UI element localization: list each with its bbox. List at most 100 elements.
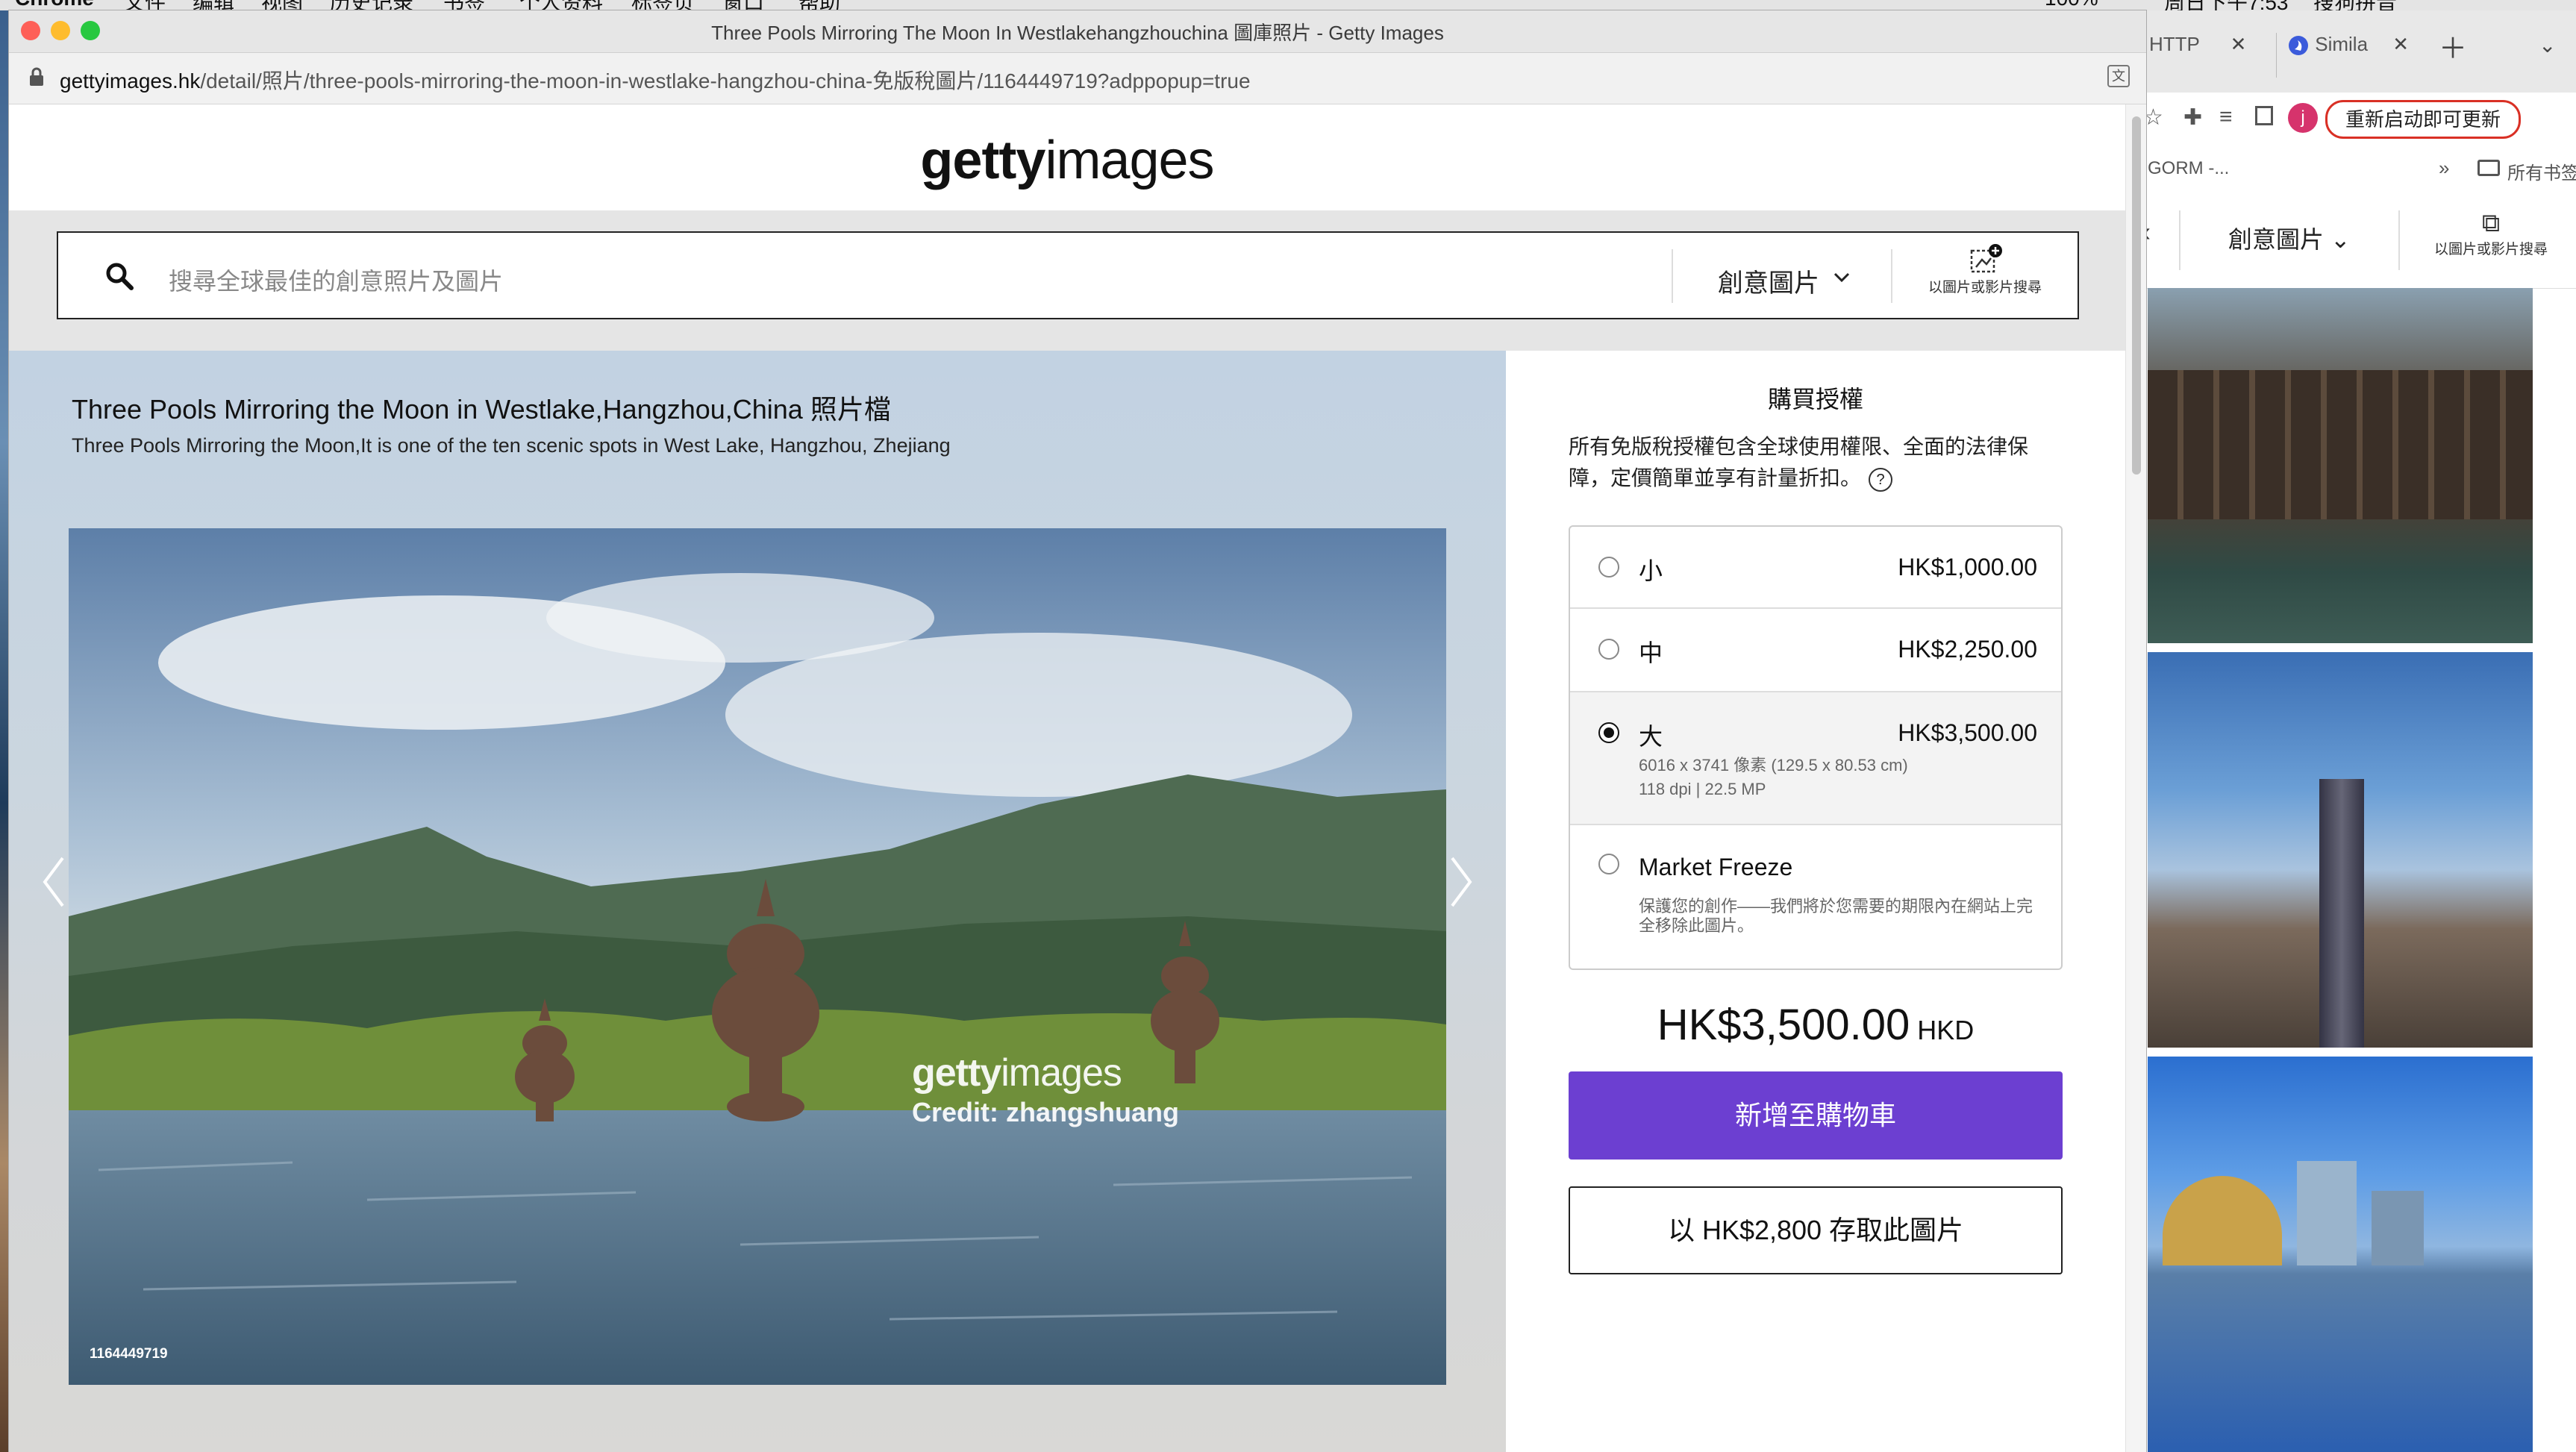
purchase-panel: 購買授權 所有免版稅授權包含全球使用權限、全面的法律保障，定價簡單並享有計量折扣… — [1506, 351, 2125, 1452]
option-detail: 保護您的創作——我們將於您需要的期限內在網站上完全移除此圖片。 — [1639, 897, 2033, 935]
creative-dropdown[interactable]: 創意圖片 ⌄ — [2228, 221, 2351, 255]
menu-input-method: 搜狗拼音 — [2313, 0, 2397, 10]
lock-icon[interactable] — [28, 66, 45, 87]
option-price: HK$3,500.00 — [1898, 719, 2037, 746]
category-label: 創意圖片 — [1718, 269, 1819, 298]
tab-title: HTTP — [2149, 33, 2200, 55]
reading-list-icon[interactable]: ≡ — [2219, 104, 2233, 130]
menu-battery: 100% — [2045, 0, 2098, 10]
logo-light: images — [1045, 131, 1214, 190]
folder-icon — [2477, 160, 2500, 176]
bookmarks-bar: GORM -... » 所有书签 — [2140, 145, 2576, 193]
search-bar[interactable]: 搜尋全球最佳的創意照片及圖片 創意圖片 以圖片或影片搜尋 — [57, 231, 2079, 319]
background-tab-http[interactable]: HTTP ✕ — [2149, 33, 2246, 78]
getty-logo[interactable]: gettyimages — [9, 130, 2125, 191]
thumbnail-water-town[interactable] — [2148, 288, 2533, 643]
size-option-medium[interactable]: 中 HK$2,250.00 — [1570, 609, 2061, 692]
next-image-arrow-icon[interactable] — [1446, 852, 1476, 912]
prev-image-arrow-icon[interactable] — [39, 852, 69, 912]
radio-large[interactable] — [1598, 722, 1619, 743]
photo-id: 1164449719 — [90, 1346, 168, 1362]
image-search-icon: ⧉ — [2481, 209, 2501, 237]
image-detail-panel: Three Pools Mirroring the Moon in Westla… — [9, 351, 1506, 1452]
thumbnail-city-tower[interactable] — [2148, 652, 2533, 1048]
background-site-header: ‹ 創意圖片 ⌄ ⧉ 以圖片或影片搜尋 — [2140, 193, 2576, 289]
license-info-text: 所有免版稅授權包含全球使用權限、全面的法律保障，定價簡單並享有計量折扣。 — [1569, 435, 2029, 489]
search-input[interactable]: 搜尋全球最佳的創意照片及圖片 — [169, 263, 503, 297]
scrollbar-thumb[interactable] — [2132, 116, 2141, 475]
visual-search-label: 以圖片或影片搜尋 — [2433, 242, 2548, 257]
address-bar[interactable]: gettyimages.hk/detail/照片/three-pools-mir… — [9, 53, 2146, 104]
close-icon[interactable]: ✕ — [2392, 33, 2409, 55]
background-browser-window: HTTP ✕ Simila ✕ ＋ ⌄ ☆ ✚ ≡ j 重新启动即可更新 GOR… — [2140, 10, 2576, 1452]
option-name: 大 — [1639, 723, 1663, 750]
watermark-logo: gettyimages — [912, 1051, 1179, 1095]
save-image-button[interactable]: 以 HK$2,800 存取此圖片 — [1569, 1186, 2063, 1274]
new-tab-button[interactable]: ＋ — [2439, 25, 2467, 70]
menu-edit[interactable]: 编辑 — [193, 0, 234, 10]
thumbnail-reflection-skyline[interactable] — [2148, 1057, 2533, 1452]
menu-tabs[interactable]: 标签页 — [631, 0, 694, 10]
size-option-large[interactable]: 大 HK$3,500.00 6016 x 3741 像素 (129.5 x 80… — [1570, 692, 2061, 825]
visual-search-button[interactable]: ⧉ 以圖片或影片搜尋 — [2431, 209, 2551, 258]
site-favicon-icon — [2289, 36, 2308, 56]
total-currency: HKD — [1917, 1015, 1975, 1045]
main-browser-window: Three Pools Mirroring The Moon In Westla… — [9, 10, 2146, 1452]
page-scrollbar[interactable] — [2125, 104, 2146, 1452]
background-tab-similar[interactable]: Simila ✕ — [2276, 33, 2409, 78]
side-panel-icon[interactable] — [2255, 106, 2273, 125]
dropdown-label: 創意圖片 — [2228, 226, 2325, 253]
radio-small[interactable] — [1598, 557, 1619, 578]
radio-medium[interactable] — [1598, 639, 1619, 660]
option-dimensions: 6016 x 3741 像素 (129.5 x 80.53 cm) — [1639, 756, 1908, 774]
page-content: gettyimages 搜尋全球最佳的創意照片及圖片 創意圖片 以圖片或影片搜尋… — [9, 104, 2125, 1452]
star-icon[interactable]: ☆ — [2143, 104, 2163, 131]
total-amount: HK$3,500.00 — [1657, 1001, 1910, 1049]
menu-history[interactable]: 历史记录 — [330, 0, 413, 10]
menu-profiles[interactable]: 个人资料 — [519, 0, 603, 10]
bookmark-gorm[interactable]: GORM -... — [2148, 158, 2229, 179]
window-title-bar: Three Pools Mirroring The Moon In Westla… — [9, 10, 2146, 53]
thumbnail-tower — [2372, 1191, 2424, 1265]
close-icon[interactable]: ✕ — [2230, 33, 2247, 55]
menu-window[interactable]: 窗口 — [722, 0, 764, 10]
chevron-down-icon[interactable]: ⌄ — [2539, 33, 2556, 78]
watermark-bold: getty — [912, 1051, 1001, 1095]
divider — [2179, 210, 2180, 270]
option-price: HK$2,250.00 — [1898, 636, 2037, 663]
update-button[interactable]: 重新启动即可更新 — [2325, 100, 2522, 139]
add-to-cart-button[interactable]: 新增至購物車 — [1569, 1071, 2063, 1160]
category-dropdown[interactable]: 創意圖片 — [1672, 249, 1892, 303]
total-price: HK$3,500.00 HKD — [1506, 1000, 2125, 1050]
visual-search-label: 以圖片或影片搜尋 — [1928, 280, 2042, 295]
menu-help[interactable]: 帮助 — [798, 0, 840, 10]
visual-search-button[interactable]: 以圖片或影片搜尋 — [1892, 233, 2078, 318]
size-option-market-freeze[interactable]: Market Freeze 保護您的創作——我們將於您需要的期限內在網站上完全移… — [1570, 825, 2061, 968]
menu-file[interactable]: 文件 — [124, 0, 166, 10]
url-path: /detail/照片/three-pools-mirroring-the-moo… — [200, 69, 1251, 93]
option-name: 中 — [1639, 639, 1663, 666]
main-photo[interactable]: gettyimages Credit: zhangshuang 11644497… — [69, 528, 1446, 1385]
radio-market-freeze[interactable] — [1598, 854, 1619, 874]
size-option-small[interactable]: 小 HK$1,000.00 — [1570, 527, 2061, 609]
profile-avatar[interactable]: j — [2288, 103, 2318, 133]
menu-bookmarks[interactable]: 书签 — [443, 0, 485, 10]
window-title: Three Pools Mirroring The Moon In Westla… — [711, 22, 1444, 44]
extensions-icon[interactable]: ✚ — [2183, 104, 2202, 131]
license-info: 所有免版稅授權包含全球使用權限、全面的法律保障，定價簡單並享有計量折扣。? — [1569, 431, 2046, 494]
background-toolbar: ☆ ✚ ≡ j 重新启动即可更新 — [2140, 93, 2576, 145]
translate-icon[interactable]: 文 — [2107, 65, 2130, 87]
bookmark-all[interactable]: 所有书签 — [2507, 158, 2576, 184]
background-tab-strip: HTTP ✕ Simila ✕ ＋ ⌄ — [2140, 10, 2576, 93]
menu-view[interactable]: 视图 — [261, 0, 303, 10]
bookmarks-overflow[interactable]: » — [2439, 157, 2449, 180]
thumbnail-buildings — [2148, 370, 2533, 519]
thumbnail-golden-dome — [2163, 1176, 2282, 1265]
menu-app-name[interactable]: Chrome — [15, 0, 94, 10]
watermark-light: images — [1001, 1051, 1122, 1095]
search-icon[interactable] — [104, 261, 134, 291]
help-icon[interactable]: ? — [1869, 467, 1893, 492]
photo-credit: Credit: zhangshuang — [912, 1097, 1179, 1127]
url-text[interactable]: gettyimages.hk/detail/照片/three-pools-mir… — [60, 65, 1251, 95]
thumbnail-tower — [2319, 779, 2364, 1048]
